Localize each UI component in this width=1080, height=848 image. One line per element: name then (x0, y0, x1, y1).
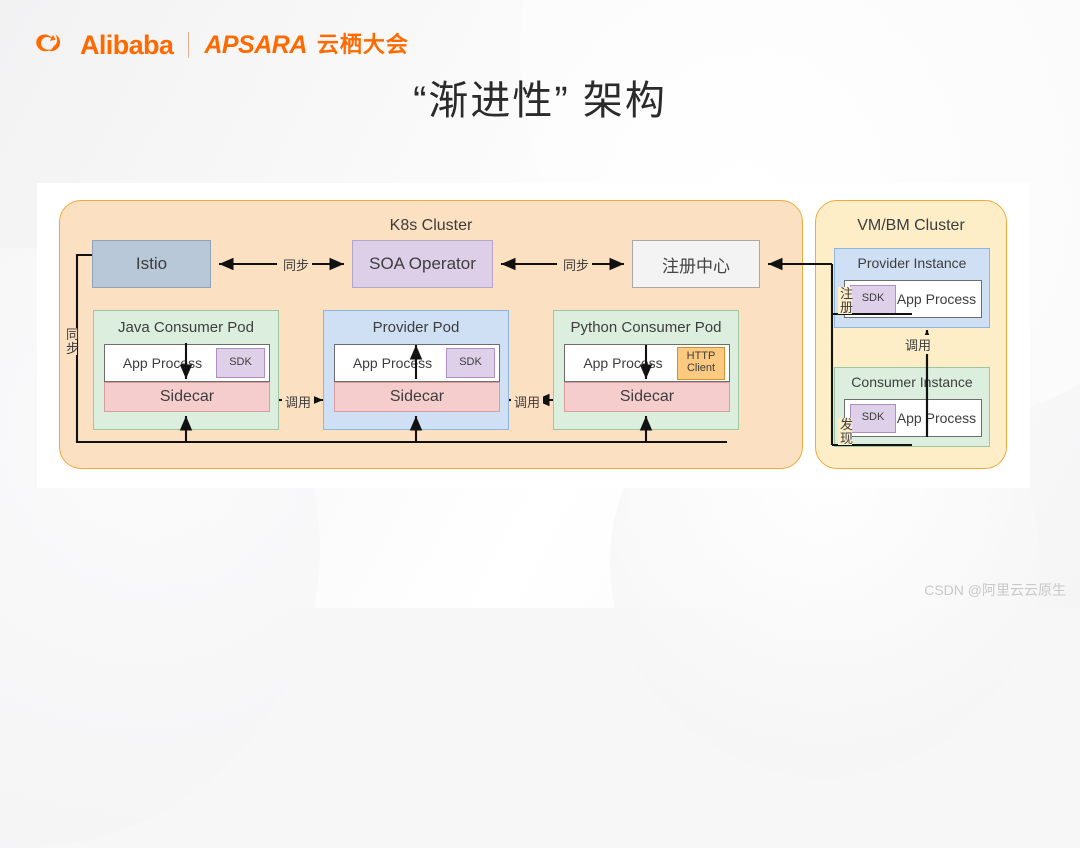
java-pod-sdk-badge: SDK (216, 348, 265, 378)
consumer-instance-box: Consumer Instance SDK App Process (834, 367, 990, 447)
k8s-cluster-title: K8s Cluster (389, 217, 473, 234)
python-consumer-pod-title: Python Consumer Pod (570, 319, 722, 336)
provider-pod-sidecar: Sidecar (334, 382, 500, 412)
java-consumer-pod-title: Java Consumer Pod (118, 319, 254, 336)
python-pod-app-label: App Process (583, 355, 663, 371)
registry-node: 注册中心 (632, 240, 760, 288)
brand-apsara-label: APSARA (204, 30, 307, 59)
edge-label-sync-soa-registry: 同步 (560, 255, 593, 274)
consumer-instance-title: Consumer Instance (851, 374, 973, 390)
edge-label-discover: 发现 (838, 417, 854, 446)
provider-instance-title: Provider Instance (857, 255, 967, 271)
python-pod-http-client-badge: HTTP Client (677, 346, 725, 380)
provider-pod-title: Provider Pod (372, 319, 460, 336)
python-pod-app-row: App Process HTTP Client (564, 344, 730, 382)
istio-node: Istio (92, 240, 211, 288)
vm-cluster-title: VM/BM Cluster (857, 217, 965, 234)
consumer-instance-app-row: SDK App Process (844, 399, 982, 437)
edge-label-sync-istio-soa: 同步 (280, 255, 313, 274)
edge-label-register: 注册 (838, 286, 854, 315)
java-consumer-pod: Java Consumer Pod App Process SDK Sideca… (93, 310, 279, 430)
watermark: CSDN @阿里云云原生 (924, 582, 1066, 598)
java-pod-app-row: App Process SDK (104, 344, 270, 382)
brand-divider (188, 32, 190, 58)
provider-pod: Provider Pod App Process SDK Sidecar (323, 310, 509, 430)
python-pod-sidecar: Sidecar (564, 382, 730, 412)
edge-label-call-java-provider: 调用 (282, 392, 315, 411)
diagram-panel: K8s Cluster VM/BM Cluster Provider Insta… (37, 183, 1030, 488)
provider-pod-sdk-badge: SDK (446, 348, 495, 378)
brand-apsara-cn-label: 云栖大会 (316, 32, 409, 57)
provider-pod-app-row: App Process SDK (334, 344, 500, 382)
edge-label-sync-istio-sidecars: 同步 (63, 328, 79, 356)
http-badge-line2: Client (686, 362, 716, 374)
python-consumer-pod: Python Consumer Pod App Process HTTP Cli… (553, 310, 739, 430)
edge-label-invoke-vm: 调用 (903, 335, 934, 354)
consumer-instance-sdk-badge: SDK (850, 403, 896, 433)
provider-instance-app-label: App Process (896, 291, 977, 307)
brand-logo-bar: Alibaba APSARA 云栖大会 (36, 30, 409, 60)
java-pod-app-label: App Process (122, 355, 203, 371)
edge-label-call-python-provider: 调用 (511, 392, 544, 411)
provider-pod-app-label: App Process (352, 355, 433, 371)
java-pod-sidecar: Sidecar (104, 382, 270, 412)
provider-instance-sdk-badge: SDK (850, 284, 896, 314)
soa-operator-node: SOA Operator (352, 240, 493, 288)
consumer-instance-app-label: App Process (896, 410, 977, 426)
alibaba-logo-icon (36, 34, 61, 52)
provider-instance-app-row: SDK App Process (844, 280, 982, 318)
brand-alibaba-label: Alibaba (80, 29, 174, 60)
slide-title: “渐进性” 架构 (413, 79, 667, 123)
provider-instance-box: Provider Instance SDK App Process (834, 248, 990, 328)
